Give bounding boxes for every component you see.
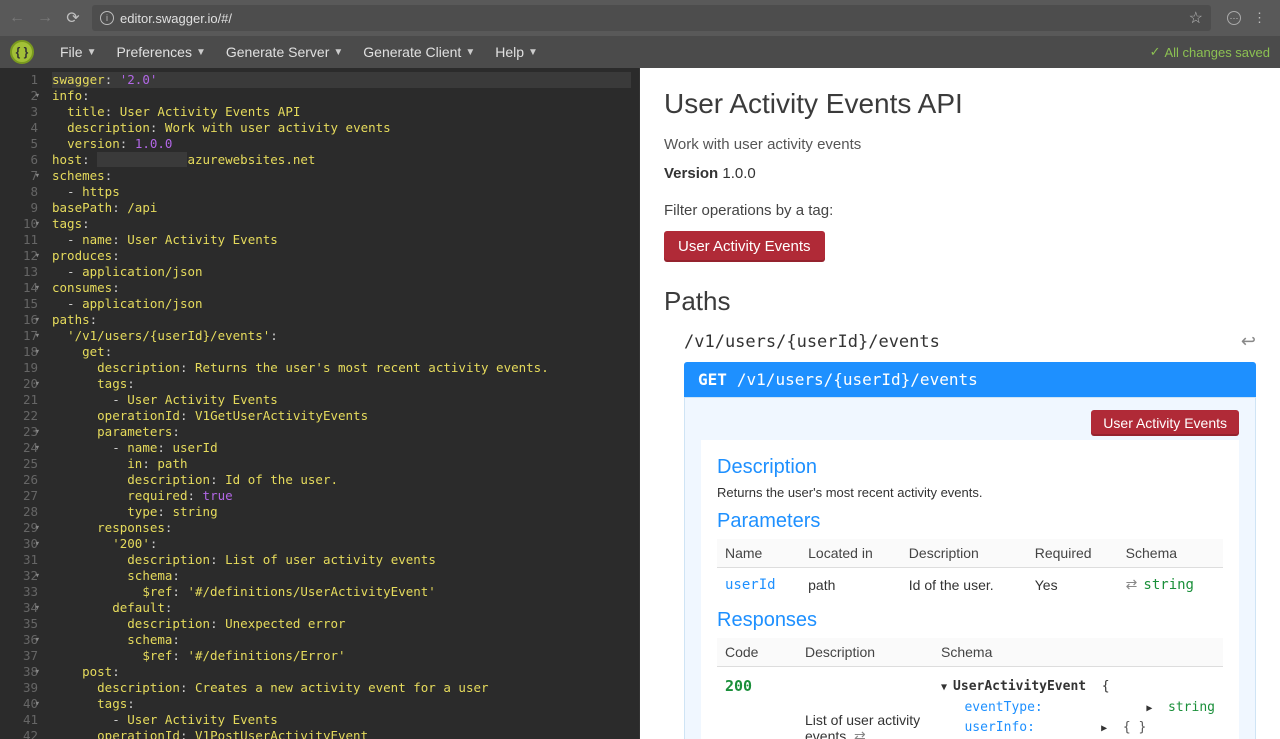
filter-tag-chip[interactable]: User Activity Events bbox=[664, 231, 825, 262]
param-located: path bbox=[800, 568, 901, 602]
param-desc: Id of the user. bbox=[901, 568, 1027, 602]
yaml-editor[interactable]: 1234567891011121314151617181920212223242… bbox=[0, 68, 640, 739]
check-icon: ✓ bbox=[1150, 44, 1161, 60]
version-label: Version bbox=[664, 165, 718, 182]
swap-icon[interactable]: ⇄ bbox=[1126, 576, 1138, 592]
param-schema: ⇄string bbox=[1118, 568, 1223, 602]
description-heading: Description bbox=[717, 456, 1223, 479]
reply-icon[interactable]: ↩ bbox=[1241, 331, 1256, 352]
response-desc: List of user activity events ⇄ bbox=[797, 667, 933, 739]
account-icon[interactable]: ⋯ bbox=[1227, 11, 1241, 25]
bookmark-star-icon[interactable]: ☆ bbox=[1189, 8, 1203, 28]
url-text: editor.swagger.io/#/ bbox=[120, 11, 232, 26]
caret-down-icon: ▼ bbox=[465, 47, 475, 58]
save-status: ✓ All changes saved bbox=[1150, 44, 1270, 60]
path-row: /v1/users/{userId}/events ↩ bbox=[664, 331, 1256, 352]
url-bar[interactable]: i editor.swagger.io/#/ ☆ bbox=[92, 5, 1211, 31]
responses-heading: Responses bbox=[717, 609, 1223, 632]
editor-gutter: 1234567891011121314151617181920212223242… bbox=[0, 68, 48, 739]
filter-label: Filter operations by a tag: bbox=[664, 202, 1256, 219]
menu-file[interactable]: File ▼ bbox=[60, 44, 96, 60]
operation-path: /v1/users/{userId}/events bbox=[737, 370, 978, 389]
path-text[interactable]: /v1/users/{userId}/events bbox=[664, 332, 940, 352]
api-title: User Activity Events API bbox=[664, 88, 1256, 120]
api-description: Work with user activity events bbox=[664, 136, 1256, 153]
info-icon[interactable]: i bbox=[100, 11, 114, 25]
table-row: userId path Id of the user. Yes ⇄string bbox=[717, 568, 1223, 602]
param-required: Yes bbox=[1027, 568, 1118, 602]
param-name[interactable]: userId bbox=[725, 577, 776, 593]
th-resp-desc: Description bbox=[797, 638, 933, 667]
th-desc: Description bbox=[901, 539, 1027, 568]
api-version: Version 1.0.0 bbox=[664, 165, 1256, 182]
browser-toolbar: ← → ⟳ i editor.swagger.io/#/ ☆ ⋯ ⋮ bbox=[0, 0, 1280, 36]
parameters-table: Name Located in Description Required Sch… bbox=[717, 539, 1223, 601]
th-req: Required bbox=[1027, 539, 1118, 568]
schema-block[interactable]: ▼ UserActivityEvent { eventType:▶ string… bbox=[941, 677, 1215, 739]
swap-icon[interactable]: ⇄ bbox=[854, 728, 866, 739]
th-schema: Schema bbox=[1118, 539, 1223, 568]
parameters-heading: Parameters bbox=[717, 510, 1223, 533]
menu-icon[interactable]: ⋮ bbox=[1253, 10, 1266, 26]
caret-down-icon: ▼ bbox=[196, 47, 206, 58]
menu-generate-client[interactable]: Generate Client ▼ bbox=[363, 44, 475, 60]
menu-preferences[interactable]: Preferences ▼ bbox=[116, 44, 205, 60]
operation-panel: User Activity Events Description Returns… bbox=[684, 397, 1256, 739]
main-split: 1234567891011121314151617181920212223242… bbox=[0, 68, 1280, 739]
browser-right-icons: ⋯ ⋮ bbox=[1221, 10, 1272, 26]
th-resp-schema: Schema bbox=[933, 638, 1223, 667]
editor-code[interactable]: swagger: '2.0'info: title: User Activity… bbox=[48, 68, 639, 739]
nav-reload-button[interactable]: ⟳ bbox=[64, 9, 82, 27]
menu-help[interactable]: Help ▼ bbox=[495, 44, 538, 60]
menu-generate-server[interactable]: Generate Server ▼ bbox=[226, 44, 343, 60]
operation-header[interactable]: GET/v1/users/{userId}/events bbox=[684, 362, 1256, 397]
operation-method: GET bbox=[698, 370, 727, 389]
nav-forward-button[interactable]: → bbox=[36, 9, 54, 27]
description-text: Returns the user's most recent activity … bbox=[717, 485, 1223, 500]
paths-heading: Paths bbox=[664, 286, 1256, 317]
version-value: 1.0.0 bbox=[722, 165, 755, 182]
responses-table: Code Description Schema 200 List of user… bbox=[717, 638, 1223, 739]
th-name: Name bbox=[717, 539, 800, 568]
caret-down-icon: ▼ bbox=[87, 47, 97, 58]
nav-back-button[interactable]: ← bbox=[8, 9, 26, 27]
app-menubar: { } File ▼ Preferences ▼ Generate Server… bbox=[0, 36, 1280, 68]
swagger-logo[interactable]: { } bbox=[10, 40, 34, 64]
th-code: Code bbox=[717, 638, 797, 667]
caret-down-icon: ▼ bbox=[528, 47, 538, 58]
response-code: 200 bbox=[725, 677, 752, 695]
operation-tags: User Activity Events bbox=[701, 410, 1239, 436]
docs-panel[interactable]: User Activity Events API Work with user … bbox=[640, 68, 1280, 739]
operation-tag-chip[interactable]: User Activity Events bbox=[1091, 410, 1239, 436]
caret-down-icon: ▼ bbox=[333, 47, 343, 58]
th-located: Located in bbox=[800, 539, 901, 568]
operation-body: Description Returns the user's most rece… bbox=[701, 440, 1239, 739]
table-row: 200 List of user activity events ⇄ ▼ Use… bbox=[717, 667, 1223, 739]
